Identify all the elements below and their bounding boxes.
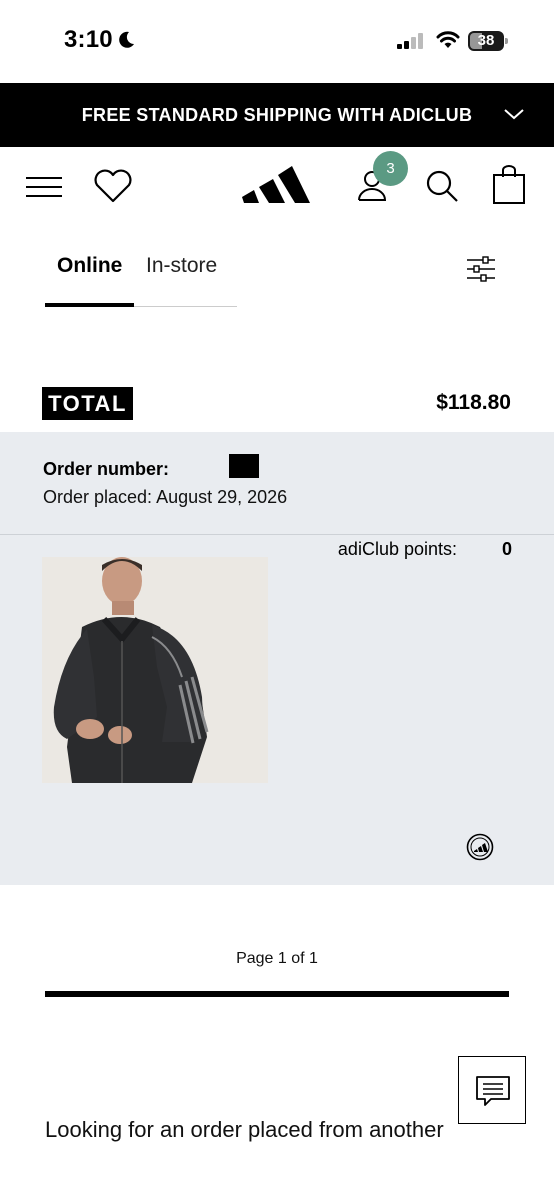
pagination-bar — [45, 991, 509, 997]
order-info-panel: Order number: Order placed: August 29, 2… — [0, 432, 554, 534]
status-time: 3:10 — [64, 26, 113, 53]
wifi-icon — [436, 31, 460, 48]
order-placed-date: Order placed: August 29, 2026 — [43, 487, 288, 507]
tab-active-indicator — [45, 303, 134, 307]
order-items-panel: adiClub points: 0 — [0, 535, 554, 885]
chat-icon — [476, 1076, 510, 1106]
site-header — [0, 147, 554, 227]
moon-icon — [119, 31, 134, 48]
chat-button[interactable] — [458, 1056, 526, 1124]
adiclub-points-label: adiClub points: — [337, 539, 457, 559]
battery-level: 38 — [477, 32, 495, 49]
bag-icon[interactable] — [492, 165, 526, 205]
product-image[interactable] — [42, 557, 268, 783]
total-amount: $118.80 — [436, 391, 511, 414]
status-bar: 3:10 38 — [0, 0, 554, 82]
adidas-logo[interactable] — [240, 161, 314, 209]
total-label: TOTAL — [42, 387, 133, 420]
menu-icon[interactable] — [26, 175, 64, 199]
tab-online[interactable]: Online — [57, 254, 122, 278]
account-badge: 3 — [373, 151, 408, 186]
promo-text: FREE STANDARD SHIPPING WITH ADICLUB — [81, 105, 473, 125]
pagination-text: Page 1 of 1 — [236, 950, 318, 967]
signal-icon — [397, 33, 423, 49]
adiclub-points-value: 0 — [501, 539, 512, 559]
battery-icon: 38 — [468, 31, 508, 51]
another-order-text: Looking for an order placed from another — [45, 1117, 444, 1142]
order-number-redacted — [229, 454, 259, 478]
order-tabs: Online In-store — [45, 240, 237, 308]
heart-icon[interactable] — [92, 167, 134, 205]
tab-in-store[interactable]: In-store — [146, 254, 217, 278]
search-icon[interactable] — [424, 168, 460, 204]
chevron-down-icon[interactable] — [503, 107, 525, 121]
order-number-label: Order number: — [43, 459, 170, 479]
adiclub-points-icon — [466, 833, 494, 861]
promo-banner[interactable]: FREE STANDARD SHIPPING WITH ADICLUB — [0, 83, 554, 147]
filter-icon[interactable] — [466, 256, 496, 282]
